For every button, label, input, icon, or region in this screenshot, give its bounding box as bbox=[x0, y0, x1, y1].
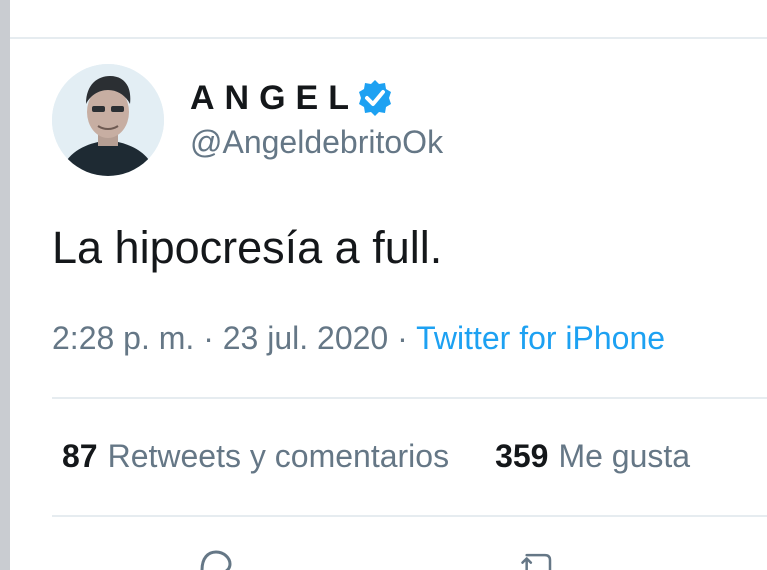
stats-top-divider bbox=[52, 397, 767, 399]
likes-label: Me gusta bbox=[558, 438, 691, 474]
retweets-label: Retweets y comentarios bbox=[107, 438, 450, 474]
likes-count: 359 bbox=[495, 438, 549, 474]
meta-separator: · bbox=[397, 320, 408, 356]
stats-bottom-divider bbox=[52, 515, 767, 517]
tweet-meta: 2:28 p. m. · 23 jul. 2020 · Twitter for … bbox=[52, 320, 665, 357]
tweet-text: La hipocresía a full. bbox=[52, 222, 443, 273]
tweet-date[interactable]: 23 jul. 2020 bbox=[223, 320, 388, 356]
verified-badge-icon bbox=[359, 80, 391, 116]
retweets-count: 87 bbox=[62, 438, 98, 474]
reply-icon[interactable] bbox=[196, 546, 236, 570]
retweet-icon[interactable] bbox=[520, 546, 560, 570]
likes-stat[interactable]: 359 Me gusta bbox=[495, 438, 690, 475]
avatar-photo-icon bbox=[52, 64, 164, 176]
tweet-source-link[interactable]: Twitter for iPhone bbox=[416, 320, 665, 356]
user-handle[interactable]: @AngeldebritoOk bbox=[190, 124, 443, 161]
left-border bbox=[0, 0, 10, 570]
author-name-row[interactable]: ANGEL bbox=[190, 78, 395, 118]
display-name[interactable]: ANGEL bbox=[190, 79, 359, 118]
tweet-time[interactable]: 2:28 p. m. bbox=[52, 320, 194, 356]
avatar[interactable] bbox=[52, 64, 164, 176]
retweets-stat[interactable]: 87 Retweets y comentarios bbox=[62, 438, 449, 475]
tweet-page: ANGEL @AngeldebritoOk La hipocresía a fu… bbox=[0, 0, 767, 570]
meta-separator: · bbox=[203, 320, 214, 356]
top-divider bbox=[10, 37, 767, 39]
tweet-stats: 87 Retweets y comentarios 359 Me gusta bbox=[62, 438, 690, 475]
